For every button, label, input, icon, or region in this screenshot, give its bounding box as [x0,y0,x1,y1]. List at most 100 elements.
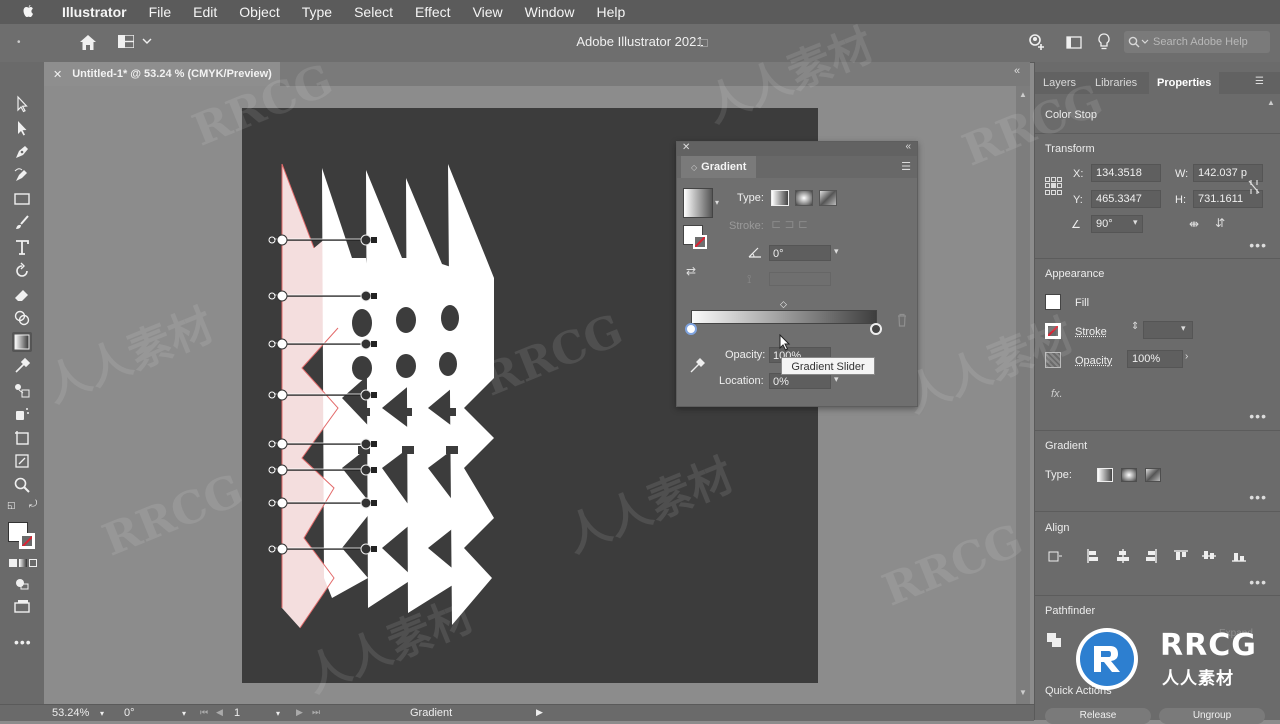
gradient-end-stop[interactable] [361,235,371,245]
reference-point-grid[interactable] [1045,177,1063,195]
rotation-value[interactable]: 0° [124,707,135,719]
gradient-stop-white[interactable] [685,323,697,335]
shape-builder-tool[interactable] [12,308,32,328]
eraser-tool[interactable] [12,285,32,305]
fill-swatch[interactable] [1045,294,1061,310]
paintbrush-tool[interactable] [12,213,32,233]
rectangle-tool[interactable] [12,189,32,209]
tab-layers[interactable]: Layers [1043,72,1076,94]
pen-tool[interactable] [12,142,32,162]
flip-horizontal-icon[interactable]: ⇼ [1189,217,1199,231]
rotate-tool[interactable] [12,261,32,281]
search-help-input[interactable]: Search Adobe Help [1124,31,1270,53]
gradient-more-options-icon[interactable]: ••• [1249,489,1267,505]
menu-window[interactable]: Window [516,4,588,20]
last-artboard-icon[interactable]: ⏭ [312,707,320,718]
selection-tool[interactable] [12,94,32,114]
eyedropper-icon[interactable] [689,358,705,374]
trash-icon[interactable] [896,313,908,327]
release-button[interactable]: Release [1045,708,1151,724]
gradient-preview-swatch[interactable] [683,188,713,218]
gradient-angle-handle[interactable] [371,293,377,299]
type-tool[interactable] [12,237,32,257]
chevron-down-icon[interactable]: ▾ [834,246,839,257]
status-menu-icon[interactable]: ▶ [536,707,543,718]
screen-mode-tool[interactable] [12,597,32,617]
gradient-tool[interactable] [12,332,32,352]
artboard-number[interactable]: 1 [234,707,240,719]
constrain-proportions-icon[interactable] [1247,179,1261,195]
gradient-start-stop[interactable] [277,339,287,349]
close-tab-icon[interactable]: ✕ [53,68,62,81]
gradient-start-stop[interactable] [277,439,287,449]
symbol-sprayer-tool[interactable] [12,404,32,424]
gradient-start-stop[interactable] [277,544,287,554]
panel-menu-icon[interactable]: ☰ [1255,76,1264,87]
align-more-options-icon[interactable]: ••• [1249,574,1267,590]
chevron-down-icon[interactable]: ▾ [1133,217,1138,228]
horizontal-align-right-icon[interactable] [1143,548,1159,564]
panel-scrollbar[interactable]: ▲ [1267,98,1277,568]
arrange-documents-icon[interactable] [1066,36,1082,49]
radial-gradient-button[interactable] [1121,468,1137,482]
first-artboard-icon[interactable]: ⏮ [200,707,208,718]
align-to-icon[interactable] [1047,548,1063,564]
x-position-field[interactable]: 134.3518 [1091,164,1161,182]
linear-gradient-button[interactable] [1097,468,1113,482]
gradient-angle-handle[interactable] [371,441,377,447]
gradient-end-stop[interactable] [361,465,371,475]
panel-header[interactable]: ✕ « [677,142,917,156]
linear-gradient-button[interactable] [771,190,789,206]
menu-select[interactable]: Select [345,4,406,20]
apple-icon[interactable] [20,4,36,20]
appearance-more-options-icon[interactable]: ••• [1249,408,1267,424]
eyedropper-tool[interactable] [12,356,32,376]
gradient-start-stop[interactable] [277,465,287,475]
ungroup-button[interactable]: Ungroup [1159,708,1265,724]
panel-menu-icon[interactable]: ☰ [901,160,911,173]
chevron-right-icon[interactable]: › [1185,351,1188,362]
gradient-stroke-swatch[interactable] [693,235,707,249]
menu-illustrator[interactable]: Illustrator [56,4,140,20]
direct-selection-tool[interactable] [12,118,32,138]
gradient-end-stop[interactable] [361,291,371,301]
radial-gradient-button[interactable] [795,190,813,206]
tab-properties[interactable]: Properties [1149,72,1219,94]
stroke-label[interactable]: Stroke [1075,326,1107,338]
gradient-start-stop[interactable] [277,235,287,245]
unite-icon[interactable] [1047,633,1061,647]
horizontal-align-left-icon[interactable] [1085,548,1101,564]
gradient-end-stop[interactable] [361,339,371,349]
document-tab[interactable]: ✕ Untitled-1* @ 53.24 % (CMYK/Preview) [44,62,280,86]
chevron-down-icon[interactable]: ▾ [182,709,186,718]
curvature-tool[interactable] [12,165,32,185]
gradient-start-stop[interactable] [277,498,287,508]
close-panel-icon[interactable]: ✕ [682,142,690,153]
stroke-swatch[interactable] [1045,323,1061,339]
reset-colors-icon[interactable]: ◱ ⤾ [7,502,37,508]
menu-type[interactable]: Type [293,4,345,20]
menu-effect[interactable]: Effect [406,4,464,20]
transform-more-options-icon[interactable]: ••• [1249,237,1267,253]
freeform-gradient-button[interactable] [1145,468,1161,482]
flip-vertical-icon[interactable]: ⇵ [1215,216,1225,230]
chevron-down-icon[interactable]: ▾ [715,198,719,207]
stroke-weight-stepper-icon[interactable]: ⇕ [1131,321,1139,332]
horizontal-align-center-icon[interactable] [1115,548,1131,564]
share-user-icon[interactable] [1027,33,1047,52]
angle-field[interactable]: 0° [769,245,831,261]
freeform-gradient-button[interactable] [819,190,837,206]
gradient-start-stop[interactable] [277,291,287,301]
vertical-align-top-icon[interactable] [1173,548,1189,564]
edit-toolbar-more-icon[interactable]: ••• [14,634,32,650]
gradient-end-stop[interactable] [361,390,371,400]
blend-tool[interactable] [12,380,32,400]
gradient-end-stop[interactable] [361,439,371,449]
vertical-scrollbar[interactable]: ▲ ▼ [1016,86,1030,704]
slice-tool[interactable] [12,451,32,471]
gradient-angle-handle[interactable] [371,237,377,243]
menu-edit[interactable]: Edit [184,4,230,20]
gradient-angle-handle[interactable] [371,546,377,552]
panel-collapse-icon[interactable]: « [1014,65,1020,77]
color-mode-buttons[interactable] [9,559,37,569]
